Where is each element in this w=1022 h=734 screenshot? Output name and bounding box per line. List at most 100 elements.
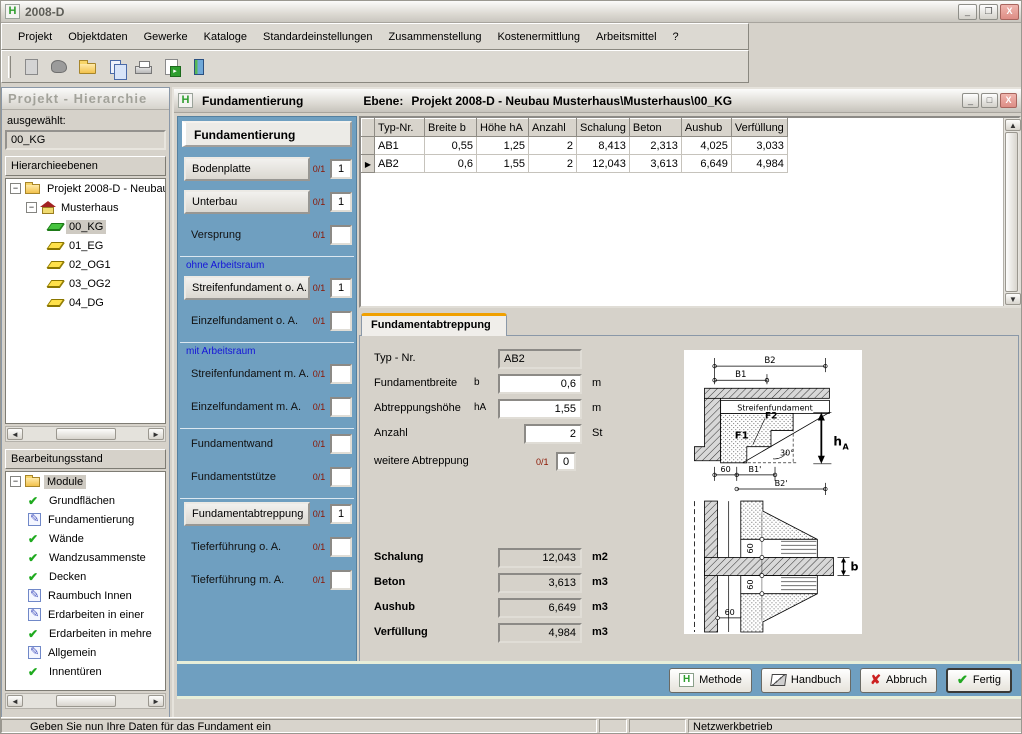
- bodenplatte-count-field[interactable]: 1: [330, 159, 352, 179]
- tab-fundamentabtreppung[interactable]: Fundamentabtreppung: [361, 313, 507, 336]
- fertig-button[interactable]: Fertig: [946, 668, 1012, 693]
- tieferfuehrung-oa-label[interactable]: Tieferführung o. A.: [184, 541, 310, 553]
- tree-item-00-kg[interactable]: 00_KG: [40, 217, 165, 236]
- streifenfundament-oa-count-field[interactable]: 1: [330, 278, 352, 298]
- scroll-up-icon[interactable]: [1005, 119, 1021, 131]
- print-icon[interactable]: [131, 55, 155, 79]
- handbuch-button[interactable]: Handbuch: [761, 668, 851, 693]
- scroll-right-icon[interactable]: [148, 428, 164, 440]
- menu-projekt[interactable]: Projekt: [10, 28, 60, 46]
- fundamentbreite-input[interactable]: [498, 374, 582, 394]
- einzelfundament-ma-label[interactable]: Einzelfundament m. A.: [184, 401, 310, 413]
- col-breite[interactable]: Breite b: [425, 119, 477, 137]
- table-row-ab2[interactable]: AB2 0,6 1,55 2 12,043 3,613 6,649 4,984: [362, 155, 788, 173]
- col-beton[interactable]: Beton: [629, 119, 681, 137]
- module-waende[interactable]: Wände: [22, 529, 165, 548]
- abbruch-button[interactable]: Abbruch: [860, 668, 937, 693]
- unterbau-button[interactable]: Unterbau: [184, 190, 310, 214]
- col-hoehe[interactable]: Höhe hA: [477, 119, 529, 137]
- module-decken[interactable]: Decken: [22, 567, 165, 586]
- scroll-thumb[interactable]: [1005, 132, 1018, 292]
- collapse-icon[interactable]: [26, 202, 37, 213]
- menu-gewerke[interactable]: Gewerke: [136, 28, 196, 46]
- tieferfuehrung-ma-count-field[interactable]: [330, 570, 352, 590]
- row-selector[interactable]: [362, 137, 375, 155]
- module-raumbuch-innen[interactable]: Raumbuch Innen: [22, 586, 165, 605]
- scroll-thumb[interactable]: [56, 428, 116, 440]
- tree-item-02-og1[interactable]: 02_OG1: [40, 255, 165, 274]
- fundamentstuetze-label[interactable]: Fundamentstütze: [184, 471, 310, 483]
- scroll-right-icon[interactable]: [148, 695, 164, 707]
- bodenplatte-button[interactable]: Bodenplatte: [184, 157, 310, 181]
- tieferfuehrung-ma-label[interactable]: Tieferführung m. A.: [184, 574, 310, 586]
- scroll-thumb[interactable]: [56, 695, 116, 707]
- exit-door-icon[interactable]: [187, 55, 211, 79]
- einzelfundament-oa-label[interactable]: Einzelfundament o. A.: [184, 315, 310, 327]
- minimize-button[interactable]: _: [958, 4, 977, 20]
- collapse-icon[interactable]: [10, 476, 21, 487]
- module-wandzusammenstellung[interactable]: Wandzusammenste: [22, 548, 165, 567]
- tieferfuehrung-oa-count-field[interactable]: [330, 537, 352, 557]
- open-project-icon[interactable]: [47, 55, 71, 79]
- collapse-icon[interactable]: [10, 183, 21, 194]
- module-fundamentierung[interactable]: Fundamentierung: [22, 510, 165, 529]
- open-folder-icon[interactable]: [75, 55, 99, 79]
- col-anzahl[interactable]: Anzahl: [529, 119, 577, 137]
- tree-item-module[interactable]: Module: [6, 472, 165, 491]
- inner-minimize-button[interactable]: _: [962, 93, 979, 108]
- col-aushub[interactable]: Aushub: [681, 119, 731, 137]
- export-document-icon[interactable]: [159, 55, 183, 79]
- col-typ-nr[interactable]: Typ-Nr.: [375, 119, 425, 137]
- fundamentabtreppung-button[interactable]: Fundamentabtreppung: [184, 502, 310, 526]
- scroll-down-icon[interactable]: [1005, 293, 1021, 305]
- fundamentabtreppung-count-field[interactable]: 1: [330, 504, 352, 524]
- tree-item-musterhaus[interactable]: Musterhaus: [22, 198, 165, 217]
- module-grundflaechen[interactable]: Grundflächen: [22, 491, 165, 510]
- scroll-left-icon[interactable]: [7, 695, 23, 707]
- fundamentwand-label[interactable]: Fundamentwand: [184, 438, 310, 450]
- menu-arbeitsmittel[interactable]: Arbeitsmittel: [588, 28, 665, 46]
- col-verfuellung[interactable]: Verfüllung: [731, 119, 787, 137]
- streifenfundament-ma-count-field[interactable]: [330, 364, 352, 384]
- inner-maximize-button[interactable]: □: [981, 93, 998, 108]
- tree-item-project[interactable]: Projekt 2008-D - Neubau: [6, 179, 165, 198]
- streifenfundament-ma-label[interactable]: Streifenfundament m. A.: [184, 368, 310, 380]
- menu-standardeinstellungen[interactable]: Standardeinstellungen: [255, 28, 380, 46]
- new-document-icon[interactable]: [19, 55, 43, 79]
- current-row-marker-icon[interactable]: [362, 155, 375, 173]
- methode-button[interactable]: Methode: [669, 668, 752, 693]
- menu-kostenermittlung[interactable]: Kostenermittlung: [489, 28, 588, 46]
- fundamentstuetze-count-field[interactable]: [330, 467, 352, 487]
- tree-item-04-dg[interactable]: 04_DG: [40, 293, 165, 312]
- restore-button[interactable]: ❐: [979, 4, 998, 20]
- menu-zusammenstellung[interactable]: Zusammenstellung: [381, 28, 490, 46]
- abtreppungshoehe-input[interactable]: [498, 399, 582, 419]
- module-erdarbeiten-einer[interactable]: Erdarbeiten in einer: [22, 605, 165, 624]
- inner-close-button[interactable]: X: [1000, 93, 1017, 108]
- module-allgemein[interactable]: Allgemein: [22, 643, 165, 662]
- streifenfundament-oa-button[interactable]: Streifenfundament o. A.: [184, 276, 310, 300]
- anzahl-input[interactable]: [524, 424, 582, 444]
- table-row-ab1[interactable]: AB1 0,55 1,25 2 8,413 2,313 4,025 3,033: [362, 137, 788, 155]
- close-button[interactable]: X: [1000, 4, 1019, 20]
- menu-objektdaten[interactable]: Objektdaten: [60, 28, 135, 46]
- hierarchy-hscrollbar[interactable]: [5, 426, 166, 442]
- menu-help[interactable]: ?: [665, 28, 687, 46]
- versprung-count-field[interactable]: [330, 225, 352, 245]
- copy-icon[interactable]: [103, 55, 127, 79]
- versprung-label[interactable]: Versprung: [184, 229, 310, 241]
- weitere-abtreppung-field[interactable]: 0: [556, 452, 576, 471]
- col-schalung[interactable]: Schalung: [577, 119, 630, 137]
- menu-kataloge[interactable]: Kataloge: [196, 28, 255, 46]
- progress-hscrollbar[interactable]: [5, 693, 166, 709]
- tree-item-03-og2[interactable]: 03_OG2: [40, 274, 165, 293]
- module-erdarbeiten-mehre[interactable]: Erdarbeiten in mehre: [22, 624, 165, 643]
- module-innentueren[interactable]: Innentüren: [22, 662, 165, 681]
- unterbau-count-field[interactable]: 1: [330, 192, 352, 212]
- einzelfundament-oa-count-field[interactable]: [330, 311, 352, 331]
- table-vscrollbar[interactable]: [1003, 118, 1019, 306]
- tree-item-01-eg[interactable]: 01_EG: [40, 236, 165, 255]
- fundamentwand-count-field[interactable]: [330, 434, 352, 454]
- scroll-left-icon[interactable]: [7, 428, 23, 440]
- einzelfundament-ma-count-field[interactable]: [330, 397, 352, 417]
